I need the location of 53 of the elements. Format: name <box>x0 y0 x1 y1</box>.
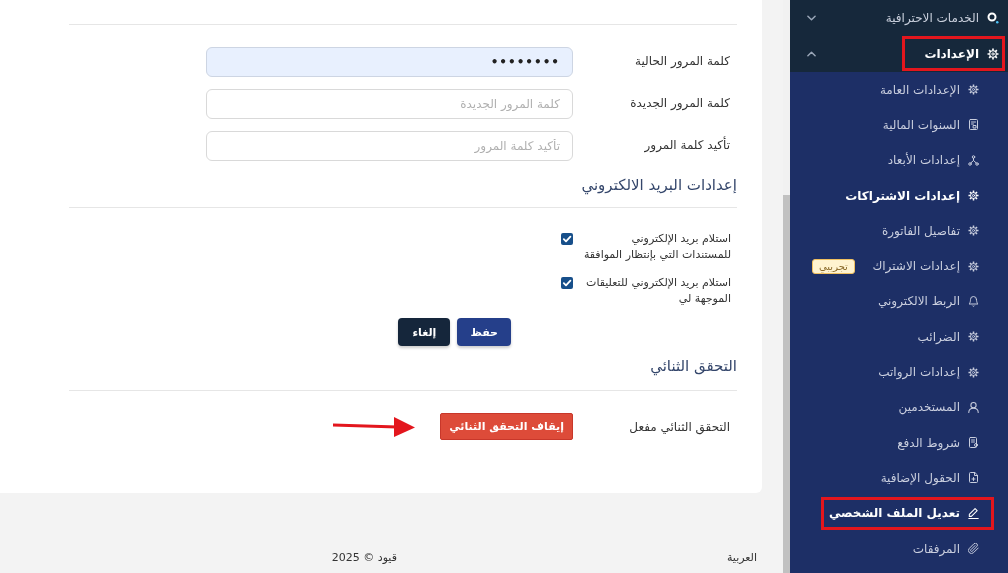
sidebar-item[interactable]: المرفقات <box>790 530 1008 567</box>
hierarchy-icon <box>968 154 979 166</box>
sidebar-item[interactable]: الإعدادات العامة <box>790 72 1008 108</box>
disable-button[interactable]: إيقاف التحقق الثنائي <box>440 413 573 440</box>
sidebar-item[interactable]: المستخدمين <box>790 389 1008 425</box>
status-label: التحقق الثنائي مفعل <box>629 419 731 435</box>
section-title: التحقق الثنائي <box>650 356 737 377</box>
sidebar-item[interactable]: الإعدادات <box>790 36 1008 72</box>
gear-icon <box>968 225 979 237</box>
badge: تجريبي <box>812 258 855 274</box>
chevron-down-icon[interactable] <box>807 15 816 21</box>
sidebar-item[interactable]: تفاصيل الفاتورة <box>790 213 1008 249</box>
save-button[interactable]: حفظ <box>457 318 511 346</box>
field-label: تأكيد كلمة المرور <box>644 135 731 153</box>
field-label: كلمة المرور الحالية <box>635 53 731 69</box>
sidebar-item[interactable]: الحقول الإضافية <box>790 460 1008 496</box>
sidebar-item[interactable]: السنوات المالية <box>790 107 1008 143</box>
sidebar-item[interactable]: إعدادات الأبعاد <box>790 142 1008 178</box>
sidebar-item[interactable]: إعدادات الاشتراك تجريبي <box>790 248 1008 284</box>
chevron-up-icon[interactable] <box>807 51 816 57</box>
sidebar-item[interactable]: شروط الدفع <box>790 424 1008 461</box>
file-plus-icon <box>968 472 979 484</box>
sidebar-item[interactable]: إعدادات الرواتب <box>790 354 1008 390</box>
sidebar-item[interactable]: تعديل الملف الشخصي <box>790 495 1008 531</box>
language-link[interactable]: العربية <box>726 551 757 564</box>
gear-icon <box>987 48 999 60</box>
section-title: إعدادات البريد الالكتروني <box>581 175 737 196</box>
document-icon <box>968 119 979 131</box>
scrollbar-thumb[interactable] <box>783 195 790 573</box>
sidebar-item[interactable]: الضرائب <box>790 319 1008 355</box>
checkbox[interactable] <box>561 277 573 289</box>
checkbox-label: استلام بريد الإلكتروني للتعليقات الموجهة لي <box>585 275 731 307</box>
password-field[interactable]: كلمة المرور الجديدة <box>206 89 573 119</box>
sidebar-item[interactable]: إعدادات الاشتراكات <box>790 177 1008 214</box>
pencil-icon <box>968 507 979 519</box>
document-icon <box>968 437 979 449</box>
sidebar-item[interactable]: الخدمات الاحترافية <box>790 0 1008 36</box>
paperclip-icon <box>968 543 979 554</box>
search-icon <box>987 12 999 24</box>
user-icon <box>968 401 979 413</box>
cancel-button[interactable]: إلغاء <box>398 318 451 346</box>
gear-icon <box>968 190 979 202</box>
checkbox[interactable] <box>561 233 573 245</box>
bell-icon <box>968 295 979 307</box>
gear-icon <box>968 331 979 343</box>
copyright-text: قيود © 2025 <box>331 551 397 564</box>
password-field[interactable]: •••••••• <box>206 47 573 77</box>
sidebar-item[interactable]: الربط الالكتروني <box>790 283 1008 320</box>
gear-icon <box>968 260 979 272</box>
gear-icon <box>968 366 979 378</box>
field-label: كلمة المرور الجديدة <box>630 95 731 111</box>
checkbox-label: استلام بريد الإلكتروني للمستندات التي بإنتظار الموافقة <box>582 231 731 263</box>
gear-icon <box>968 84 979 96</box>
